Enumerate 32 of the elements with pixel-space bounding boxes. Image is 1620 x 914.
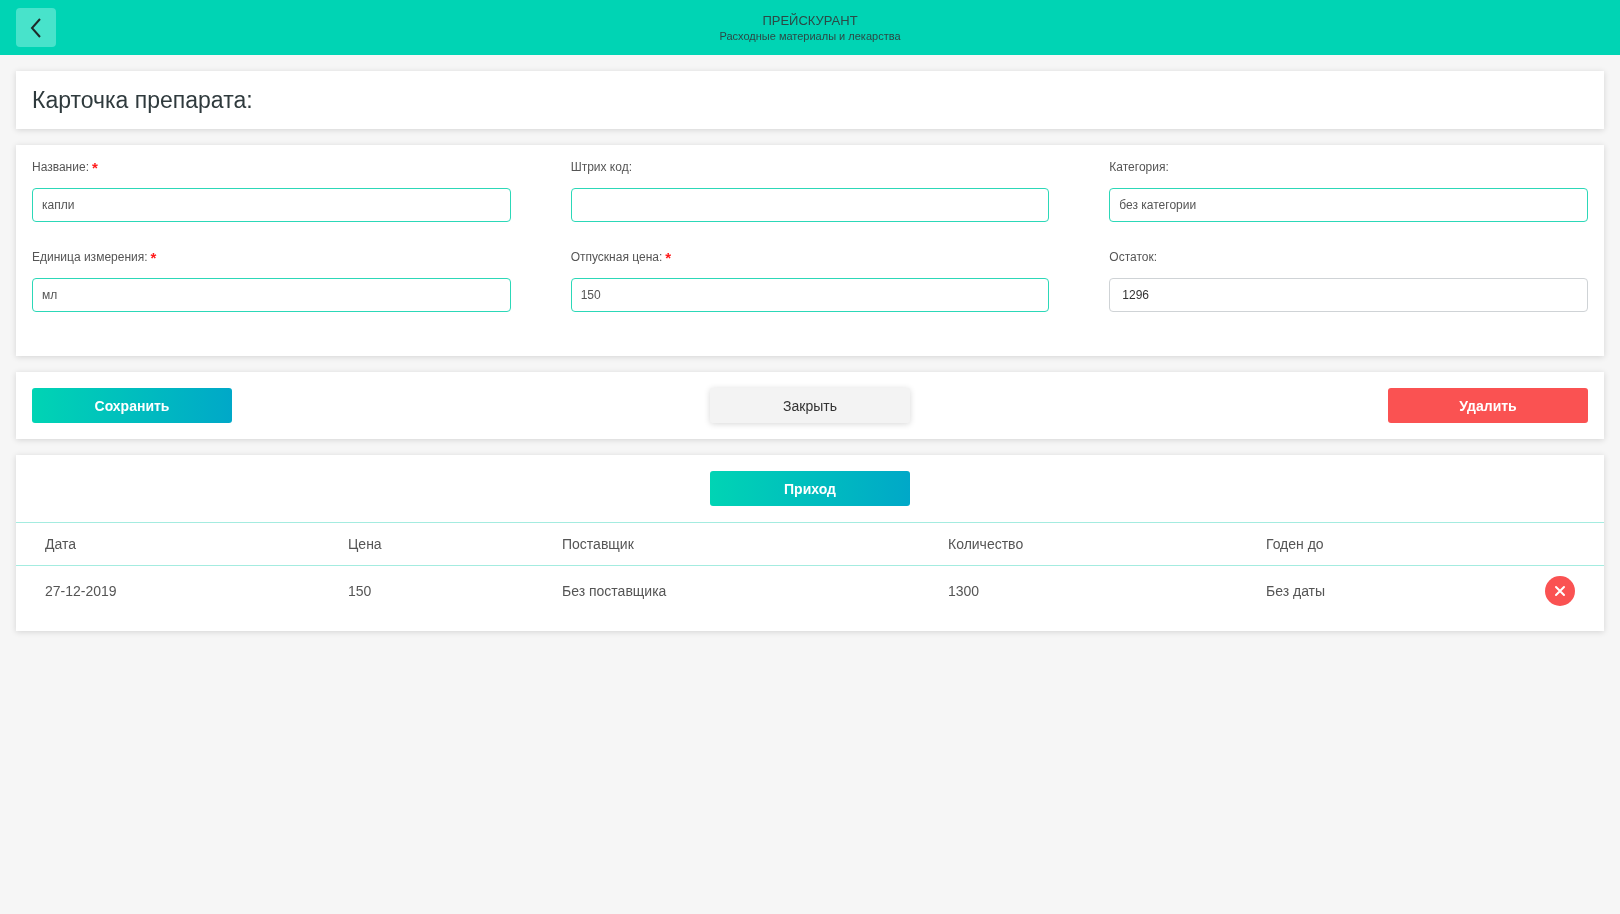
input-field[interactable]: мл xyxy=(32,278,511,312)
field-label: Отпускная цена: xyxy=(570,250,663,264)
input-field[interactable]: 150 xyxy=(570,278,1050,312)
table-cell-text: Без поставщика xyxy=(562,583,668,599)
remove-row-button[interactable] xyxy=(1545,576,1575,606)
column-header: Цена xyxy=(348,536,383,552)
input-field[interactable]: капли xyxy=(32,188,511,222)
table-cell-text: Без даты xyxy=(1266,583,1327,599)
field-label: Название: xyxy=(32,160,89,174)
column-header: Дата xyxy=(45,536,77,552)
column-header: Годен до xyxy=(1266,536,1325,552)
close-icon xyxy=(1545,576,1575,606)
page-title: ПРЕЙСКУРАНТ xyxy=(762,13,858,28)
back-button[interactable] xyxy=(16,8,56,47)
table-cell-text: 1300 xyxy=(948,583,981,599)
required-mark: * xyxy=(150,249,157,265)
column-header: Количество xyxy=(948,536,1025,552)
table-cell-text: 27-12-2019 xyxy=(45,583,118,599)
field-label: Штрих код: xyxy=(570,160,632,174)
table-cell-text: 150 xyxy=(348,583,373,599)
input-field[interactable] xyxy=(570,188,1050,222)
page-subtitle: Расходные материалы и лекарства xyxy=(719,30,901,42)
card-title: Карточка препарата: xyxy=(32,86,253,114)
required-mark: * xyxy=(91,159,98,175)
field-label: Единица измерения: xyxy=(32,250,148,264)
close-button[interactable]: Закрыть xyxy=(710,388,910,423)
required-mark: * xyxy=(665,249,672,265)
field-label: Остаток: xyxy=(1109,250,1158,264)
chevron-left-icon xyxy=(30,17,42,38)
column-header: Поставщик xyxy=(562,536,635,552)
input-field[interactable]: без категории xyxy=(1109,188,1588,222)
field-label: Категория: xyxy=(1109,160,1169,174)
